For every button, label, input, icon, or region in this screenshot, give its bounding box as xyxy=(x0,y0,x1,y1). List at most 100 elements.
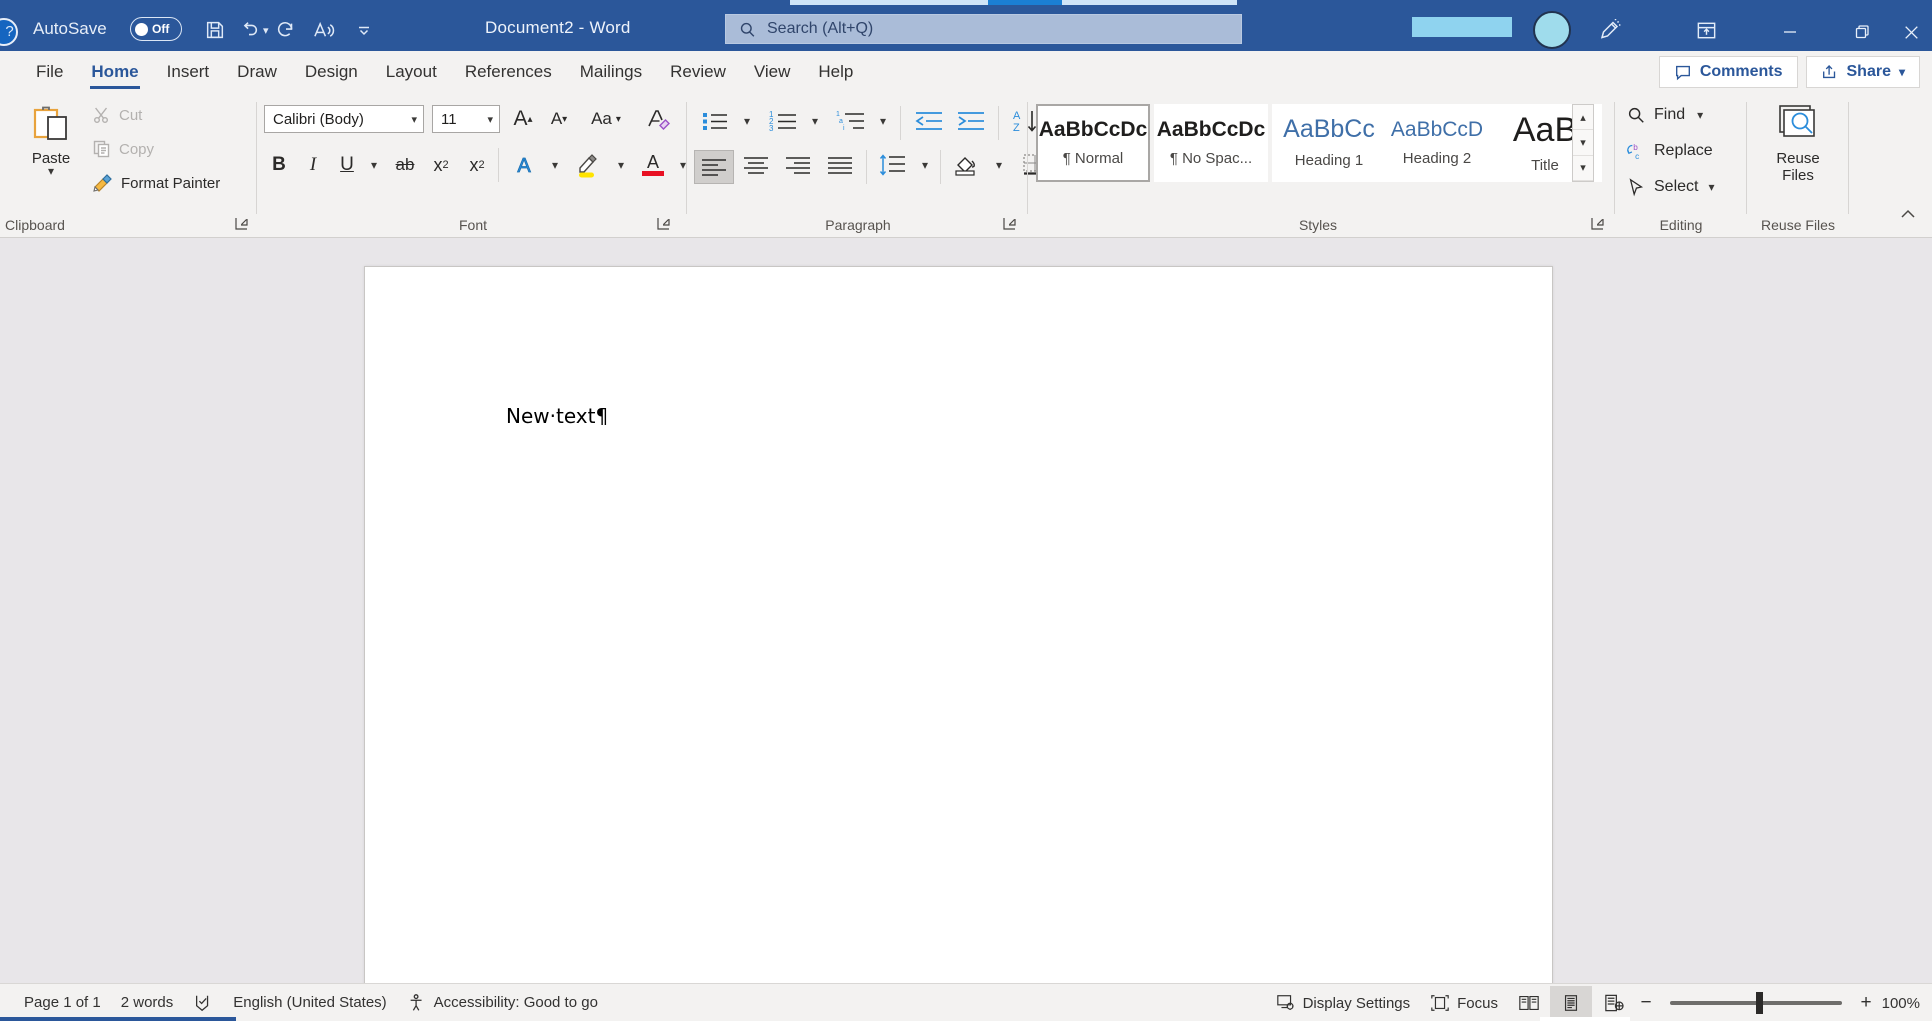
tab-home[interactable]: Home xyxy=(77,51,152,92)
shading-chevron-down-icon[interactable]: ▾ xyxy=(988,150,1010,180)
read-mode-icon[interactable] xyxy=(1508,986,1550,1020)
underline-chevron-down-icon[interactable]: ▾ xyxy=(362,150,386,180)
numbered-list-icon[interactable]: 1 2 3 xyxy=(762,106,804,136)
paste-button[interactable]: Paste ▾ xyxy=(20,100,82,192)
ribbon-display-options-icon[interactable] xyxy=(1685,14,1727,46)
font-family-input[interactable]: Calibri (Body) ▾ xyxy=(264,105,424,133)
underline-button[interactable]: U xyxy=(330,150,364,180)
italic-button[interactable]: I xyxy=(296,150,330,180)
accessibility-status[interactable]: Accessibility: Good to go xyxy=(397,984,608,1021)
bullets-chevron-down-icon[interactable]: ▾ xyxy=(736,106,758,136)
increase-indent-icon[interactable] xyxy=(950,106,992,136)
find-button[interactable]: Find ▾ xyxy=(1626,100,1703,130)
copy-button[interactable]: Copy xyxy=(92,136,154,162)
change-case-icon[interactable]: Aa ▾ xyxy=(582,104,630,134)
comments-button[interactable]: Comments xyxy=(1658,56,1798,88)
cut-button[interactable]: Cut xyxy=(92,102,142,128)
print-layout-icon[interactable] xyxy=(1550,986,1592,1020)
undo-icon[interactable] xyxy=(232,14,266,46)
subscript-button[interactable]: x2 xyxy=(424,150,458,180)
text-effects-icon[interactable]: A xyxy=(506,150,542,180)
tab-view[interactable]: View xyxy=(740,51,805,92)
align-right-icon[interactable] xyxy=(778,150,818,180)
font-dialog-launcher-icon[interactable] xyxy=(656,216,672,232)
styles-gallery-scroll[interactable]: ▴ ▾ ▾ xyxy=(1572,104,1594,182)
style-heading-1[interactable]: AaBbCc Heading 1 xyxy=(1272,104,1386,182)
page-number-status[interactable]: Page 1 of 1 xyxy=(14,984,111,1021)
decrease-indent-icon[interactable] xyxy=(908,106,950,136)
text-effects-chevron-down-icon[interactable]: ▾ xyxy=(544,150,566,180)
highlight-chevron-down-icon[interactable]: ▾ xyxy=(610,150,632,180)
close-icon[interactable] xyxy=(1890,10,1932,54)
zoom-slider[interactable] xyxy=(1670,992,1842,1014)
styles-scroll-up-chevron-up-icon[interactable]: ▴ xyxy=(1573,105,1593,131)
document-page[interactable]: New·text¶ xyxy=(364,266,1553,994)
format-painter-button[interactable]: Format Painter xyxy=(92,170,220,196)
font-color-icon[interactable]: A xyxy=(634,150,672,180)
web-layout-icon[interactable] xyxy=(1592,986,1634,1020)
tab-references[interactable]: References xyxy=(451,51,566,92)
collapse-ribbon-chevron-up-icon[interactable] xyxy=(1898,204,1918,229)
style-heading-2[interactable]: AaBbCcD Heading 2 xyxy=(1380,104,1494,182)
share-button[interactable]: Share ▾ xyxy=(1805,56,1920,88)
superscript-button[interactable]: x2 xyxy=(460,150,494,180)
style-normal[interactable]: AaBbCcDc ¶ Normal xyxy=(1036,104,1150,182)
styles-dialog-launcher-icon[interactable] xyxy=(1590,216,1606,232)
clear-formatting-icon[interactable] xyxy=(640,104,676,134)
tab-help[interactable]: Help xyxy=(804,51,867,92)
bullet-list-icon[interactable] xyxy=(694,106,736,136)
autosave-toggle[interactable]: Off xyxy=(130,17,182,41)
font-family-chevron-down-icon[interactable]: ▾ xyxy=(411,113,417,126)
document-workspace[interactable]: New·text¶ xyxy=(0,238,1932,994)
tab-mailings[interactable]: Mailings xyxy=(566,51,656,92)
focus-button[interactable]: Focus xyxy=(1420,984,1508,1021)
display-settings-button[interactable]: Display Settings xyxy=(1266,984,1421,1021)
minimize-icon[interactable] xyxy=(1762,10,1818,54)
justify-icon[interactable] xyxy=(820,150,860,180)
tab-file[interactable]: File xyxy=(22,51,77,92)
save-icon[interactable] xyxy=(198,14,232,46)
replace-button[interactable]: b c Replace xyxy=(1626,136,1713,166)
font-size-input[interactable]: 11 ▾ xyxy=(432,105,500,133)
select-button[interactable]: Select ▾ xyxy=(1626,172,1715,202)
shading-icon[interactable] xyxy=(946,150,988,180)
tab-review[interactable]: Review xyxy=(656,51,740,92)
read-aloud-icon[interactable] xyxy=(307,14,341,46)
align-center-icon[interactable] xyxy=(736,150,776,180)
paragraph-dialog-launcher-icon[interactable] xyxy=(1002,216,1018,232)
zoom-level-label[interactable]: 100% xyxy=(1878,995,1932,1012)
document-body-text[interactable]: New·text¶ xyxy=(506,404,608,428)
line-spacing-chevron-down-icon[interactable]: ▾ xyxy=(914,150,936,180)
search-input[interactable]: Search (Alt+Q) xyxy=(725,14,1242,44)
font-size-chevron-down-icon[interactable]: ▾ xyxy=(487,113,493,126)
zoom-in-button[interactable]: + xyxy=(1854,992,1878,1014)
styles-more-icon[interactable]: ▾ xyxy=(1573,156,1593,181)
text-highlight-icon[interactable] xyxy=(568,150,608,180)
restore-icon[interactable] xyxy=(1834,10,1890,54)
zoom-slider-thumb[interactable] xyxy=(1756,992,1763,1014)
language-status[interactable]: English (United States) xyxy=(223,984,396,1021)
reuse-files-button[interactable]: Reuse Files xyxy=(1758,102,1838,185)
word-count-status[interactable]: 2 words xyxy=(111,984,184,1021)
select-chevron-down-icon[interactable]: ▾ xyxy=(1708,180,1714,194)
clipboard-dialog-launcher-icon[interactable] xyxy=(234,216,250,232)
zoom-out-button[interactable]: − xyxy=(1634,992,1658,1014)
avatar[interactable] xyxy=(1533,11,1571,49)
styles-scroll-down-chevron-down-icon[interactable]: ▾ xyxy=(1573,130,1593,156)
paste-chevron-down-icon[interactable]: ▾ xyxy=(48,165,54,177)
multilevel-chevron-down-icon[interactable]: ▾ xyxy=(872,106,894,136)
help-circle-icon[interactable]: ? xyxy=(0,18,18,46)
redo-icon[interactable] xyxy=(269,14,303,46)
numbering-chevron-down-icon[interactable]: ▾ xyxy=(804,106,826,136)
ink-pen-icon[interactable] xyxy=(1589,14,1631,46)
shrink-font-icon[interactable]: A ▾ xyxy=(542,104,576,134)
line-spacing-icon[interactable] xyxy=(872,150,912,180)
tab-draw[interactable]: Draw xyxy=(223,51,291,92)
proofing-errors-icon[interactable] xyxy=(183,984,223,1021)
customize-quick-access-chevron-down-icon[interactable] xyxy=(347,14,381,46)
bold-button[interactable]: B xyxy=(262,150,296,180)
strikethrough-button[interactable]: ab xyxy=(388,150,422,180)
find-chevron-down-icon[interactable]: ▾ xyxy=(1697,108,1703,122)
tab-insert[interactable]: Insert xyxy=(153,51,224,92)
share-chevron-down-icon[interactable]: ▾ xyxy=(1899,65,1905,79)
